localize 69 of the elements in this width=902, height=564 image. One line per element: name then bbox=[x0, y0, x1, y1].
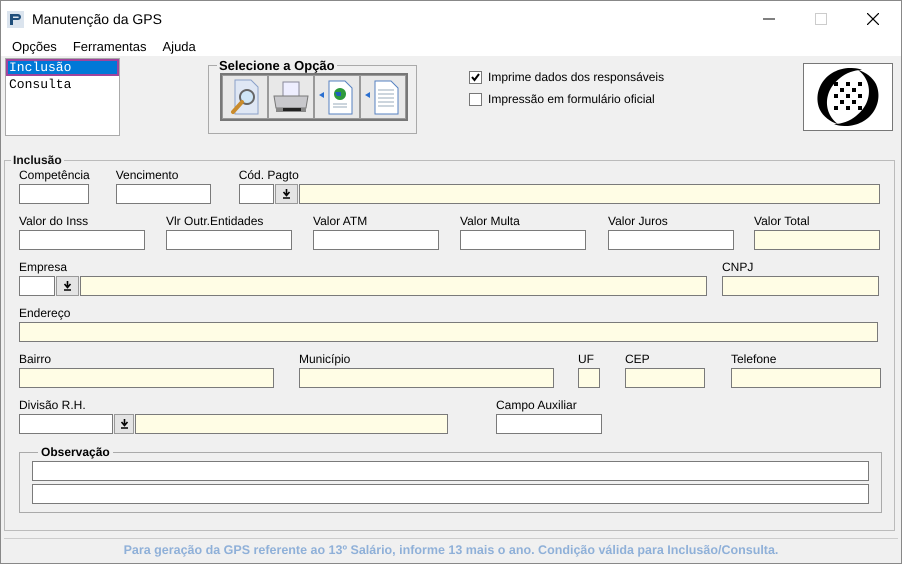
input-field[interactable] bbox=[722, 276, 879, 296]
input-field[interactable] bbox=[578, 368, 600, 388]
footer-note: Para geração da GPS referente ao 13º Salário, informe 13 mais o ano. Condição válida para Inclusão/Consulta. bbox=[4, 538, 898, 563]
input-field[interactable] bbox=[608, 230, 734, 250]
field-label: Valor Total bbox=[754, 213, 811, 230]
list-item[interactable]: Consulta bbox=[6, 76, 119, 93]
field-label: Valor do Inss bbox=[19, 213, 90, 230]
input-field[interactable] bbox=[19, 322, 878, 342]
window-title: Manutenção da GPS bbox=[32, 11, 162, 27]
field-label: UF bbox=[578, 351, 595, 368]
download-icon bbox=[63, 281, 72, 291]
group-title: Selecione a Opção bbox=[218, 58, 336, 73]
field-label: Valor Juros bbox=[608, 213, 669, 230]
group-title: Observação bbox=[40, 445, 111, 459]
field-label: Endereço bbox=[19, 305, 72, 322]
checkbox[interactable] bbox=[469, 70, 482, 84]
code-field[interactable] bbox=[238, 184, 274, 204]
field-label: Cód. Pagto bbox=[238, 167, 300, 184]
menu-item[interactable]: Opções bbox=[12, 39, 57, 54]
menu-item[interactable]: Ajuda bbox=[162, 39, 196, 54]
field-label: Município bbox=[299, 351, 352, 368]
input-field[interactable] bbox=[496, 414, 602, 434]
input-field[interactable] bbox=[116, 184, 211, 204]
input-field[interactable] bbox=[460, 230, 586, 250]
input-field[interactable] bbox=[166, 230, 292, 250]
app-icon bbox=[7, 10, 24, 28]
input-field[interactable] bbox=[19, 184, 89, 204]
field-label: Vlr Outr.Entidades bbox=[166, 213, 264, 230]
field-label: Telefone bbox=[731, 351, 778, 368]
field-label: Empresa bbox=[19, 259, 68, 276]
input-field[interactable] bbox=[299, 368, 554, 388]
menu-item[interactable]: Ferramentas bbox=[72, 39, 147, 54]
list-item[interactable]: Inclusão bbox=[6, 59, 119, 76]
close-icon[interactable] bbox=[867, 13, 879, 25]
print-button[interactable] bbox=[268, 75, 314, 119]
checkbox-label: Impressão em formulário oficial bbox=[488, 92, 655, 106]
observation-field[interactable] bbox=[32, 461, 869, 481]
lookup-button[interactable] bbox=[114, 414, 134, 434]
code-field[interactable] bbox=[19, 276, 55, 296]
lookup-button[interactable] bbox=[56, 276, 79, 296]
field-label: Divisão R.H. bbox=[19, 397, 87, 414]
description-field[interactable] bbox=[135, 414, 448, 434]
field-label: CNPJ bbox=[722, 259, 754, 276]
web-document-button[interactable] bbox=[314, 75, 360, 119]
field-label: Valor Multa bbox=[460, 213, 521, 230]
input-field[interactable] bbox=[625, 368, 705, 388]
field-label: Valor ATM bbox=[313, 213, 368, 230]
input-field[interactable] bbox=[754, 230, 880, 250]
download-icon bbox=[120, 419, 128, 429]
input-field[interactable] bbox=[731, 368, 881, 388]
field-label: CEP bbox=[625, 351, 651, 368]
field-label: Competência bbox=[19, 167, 90, 184]
code-field[interactable] bbox=[19, 414, 113, 434]
description-field[interactable] bbox=[80, 276, 707, 296]
field-label: Campo Auxiliar bbox=[496, 397, 578, 414]
input-field[interactable] bbox=[19, 368, 274, 388]
lookup-button[interactable] bbox=[274, 184, 298, 204]
preview-button[interactable] bbox=[222, 75, 268, 119]
download-icon bbox=[282, 189, 291, 199]
input-field[interactable] bbox=[19, 230, 145, 250]
checkbox-label: Imprime dados dos responsáveis bbox=[488, 70, 664, 84]
description-field[interactable] bbox=[298, 184, 880, 204]
observation-field[interactable] bbox=[32, 484, 869, 504]
checkbox[interactable] bbox=[469, 92, 482, 106]
field-label: Bairro bbox=[19, 351, 52, 368]
input-field[interactable] bbox=[313, 230, 439, 250]
group-title: Inclusão bbox=[12, 153, 63, 167]
field-label: Vencimento bbox=[116, 167, 180, 184]
document-button[interactable] bbox=[360, 75, 406, 119]
